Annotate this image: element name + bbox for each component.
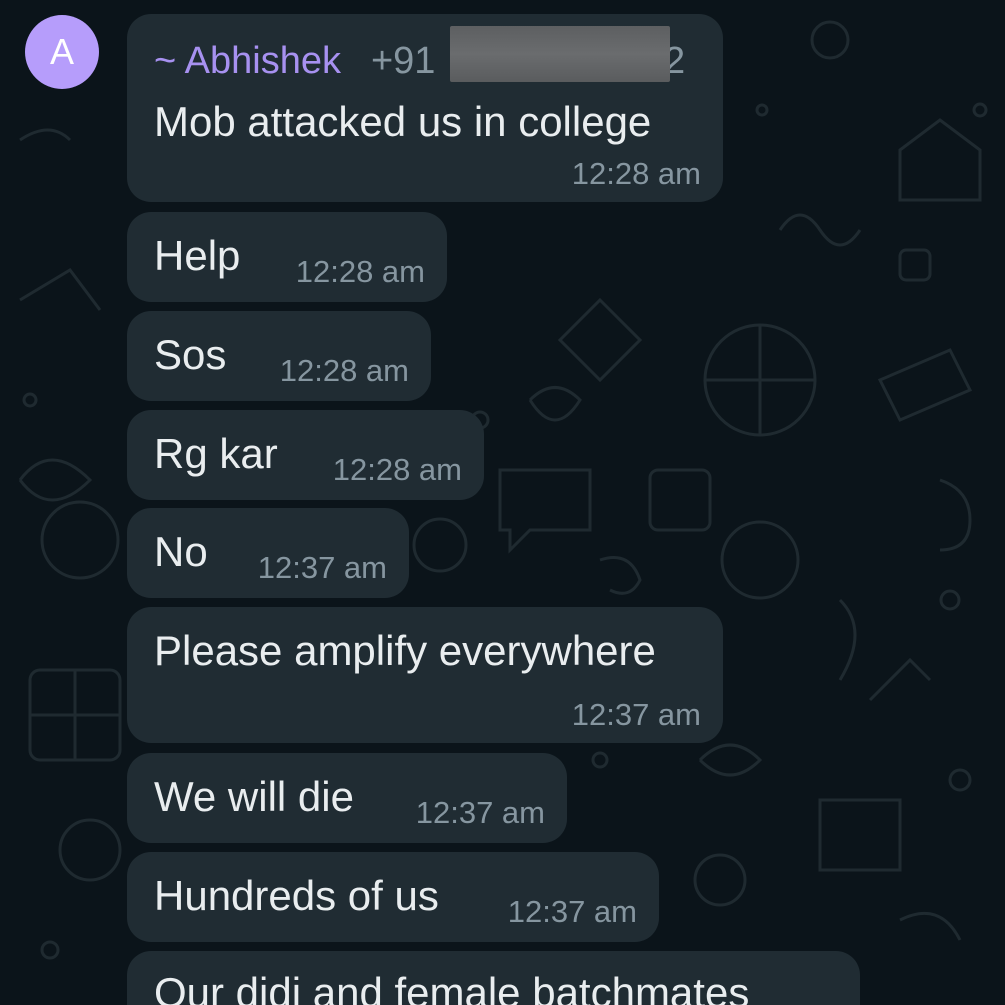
message-bubble[interactable]: Our didi and female batchmates (127, 951, 860, 1005)
message-time: 12:37 am (571, 697, 701, 732)
message-time: 12:28 am (279, 353, 409, 388)
message-bubble[interactable]: No 12:37 am (127, 508, 409, 598)
message-bubble[interactable]: Rg kar 12:28 am (127, 410, 484, 500)
message-text: No (154, 528, 208, 575)
message-bubble[interactable]: ~ Abhishek +91 2 Mob attacked us in colle… (127, 14, 723, 202)
message-text: Help (154, 232, 241, 279)
message-text: Sos (154, 331, 227, 378)
message-time: 12:37 am (257, 550, 387, 585)
message-time: 12:37 am (507, 894, 637, 929)
chat-area[interactable]: A ~ Abhishek +91 2 Mob attacked us in col… (0, 0, 1005, 1005)
message-bubble[interactable]: Help 12:28 am (127, 212, 447, 302)
sender-phone-prefix: +91 (370, 40, 436, 82)
sender-header[interactable]: ~ Abhishek +91 (154, 40, 435, 83)
message-text: Please amplify everywhere (154, 627, 656, 674)
message-text: Mob attacked us in college (154, 98, 652, 145)
avatar-letter: A (49, 31, 74, 72)
message-text: Rg kar (154, 430, 278, 477)
message-bubble[interactable]: Please amplify everywhere 12:37 am (127, 607, 723, 743)
message-text: Hundreds of us (154, 872, 439, 919)
message-bubble[interactable]: Sos 12:28 am (127, 311, 431, 401)
redaction-block (450, 26, 670, 82)
message-time: 12:28 am (295, 254, 425, 289)
sender-avatar[interactable]: A (25, 15, 99, 89)
message-bubble[interactable]: We will die 12:37 am (127, 753, 567, 843)
message-text: We will die (154, 773, 354, 820)
message-time: 12:28 am (332, 452, 462, 487)
message-text: Our didi and female batchmates (154, 969, 750, 1005)
sender-name[interactable]: ~ Abhishek (154, 40, 341, 82)
message-bubble[interactable]: Hundreds of us 12:37 am (127, 852, 659, 942)
message-time: 12:37 am (415, 795, 545, 830)
message-time: 12:28 am (571, 156, 701, 191)
